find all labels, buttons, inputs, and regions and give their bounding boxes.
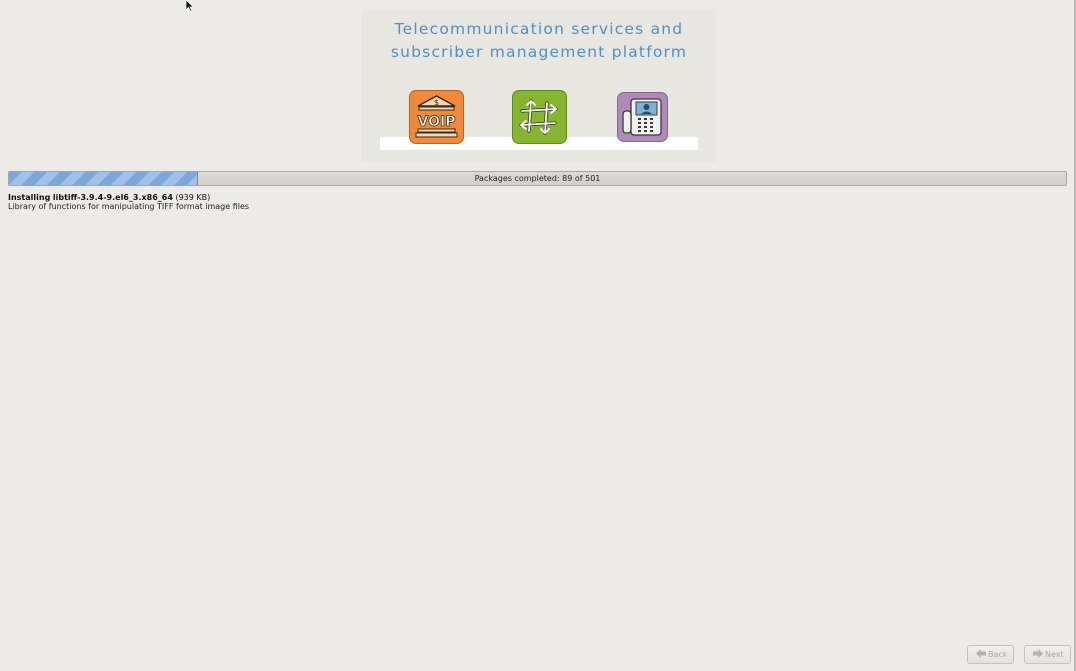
- banner-title: Telecommunication services and subscribe…: [362, 18, 716, 64]
- next-button-label: Next: [1045, 650, 1064, 659]
- arrow-right-icon: [1033, 649, 1043, 658]
- banner-title-line-2: subscriber management platform: [390, 43, 688, 61]
- arrow-left-icon: [976, 649, 986, 658]
- progress-label: Packages completed: 89 of 501: [474, 174, 601, 183]
- package-name: libtiff-3.9.4-9.el6_3.x86_64: [52, 193, 173, 202]
- product-banner: Telecommunication services and subscribe…: [362, 10, 716, 162]
- mouse-pointer-icon: [185, 0, 195, 12]
- installing-prefix: Installing: [8, 193, 51, 202]
- back-button[interactable]: Back: [967, 645, 1014, 664]
- back-button-label: Back: [988, 650, 1008, 659]
- route-arrows-icon: [512, 90, 567, 144]
- package-description: Library of functions for manipulating TI…: [8, 202, 250, 211]
- banner-title-line-1: Telecommunication services and: [394, 20, 684, 38]
- videophone-icon: [617, 92, 668, 142]
- install-progress-bar: Packages completed: 89 of 501: [8, 171, 1067, 186]
- svg-text:$: $: [434, 98, 439, 107]
- voip-bank-icon: $ VOIP: [409, 90, 464, 144]
- package-size: (939 KB): [175, 193, 211, 202]
- next-button[interactable]: Next: [1024, 645, 1071, 664]
- voip-label: VOIP: [418, 114, 456, 130]
